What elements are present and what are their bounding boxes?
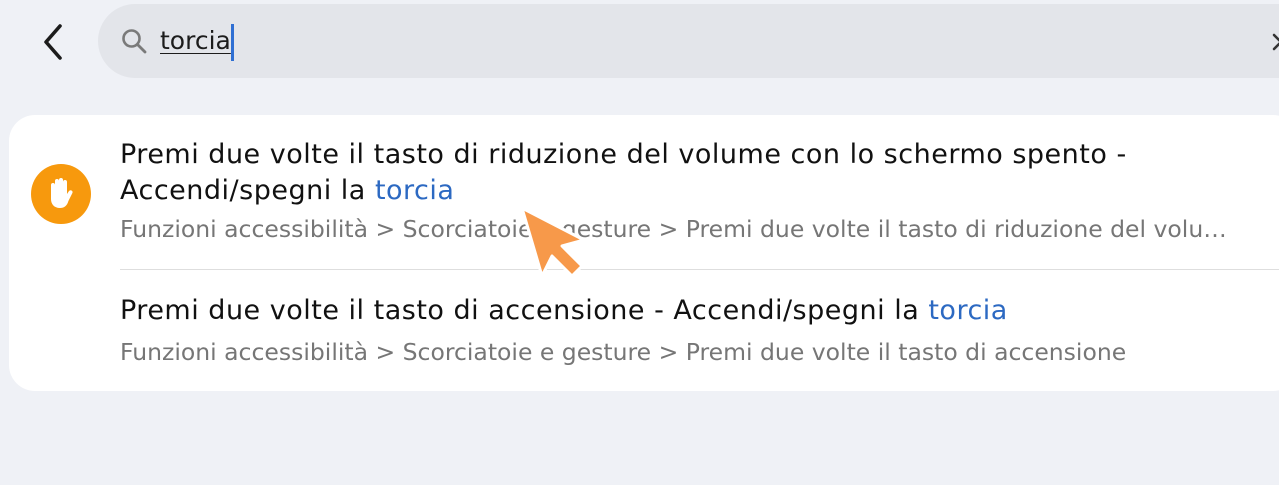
result-path: Funzioni accessibilità > Scorciatoie e g… — [120, 215, 1227, 243]
search-input[interactable]: torcia — [160, 24, 231, 58]
arrow-pointer-icon — [520, 206, 586, 278]
search-result-item[interactable]: Premi due volte il tasto di riduzione de… — [120, 137, 1248, 244]
chevron-left-icon — [44, 24, 62, 60]
text-cursor — [231, 24, 234, 61]
search-results-card: Premi due volte il tasto di riduzione de… — [9, 115, 1279, 391]
search-result-item[interactable]: Premi due volte il tasto di accensione -… — [120, 293, 1248, 367]
close-icon[interactable] — [1270, 31, 1279, 53]
highlighted-match: torcia — [374, 175, 455, 206]
back-button[interactable] — [24, 14, 80, 70]
hand-icon — [31, 164, 91, 224]
search-bar[interactable]: torcia — [98, 4, 1279, 78]
search-icon — [122, 29, 147, 54]
result-title: Premi due volte il tasto di riduzione de… — [120, 139, 1127, 206]
result-path: Funzioni accessibilità > Scorciatoie e g… — [120, 338, 1127, 366]
highlighted-match: torcia — [928, 295, 1008, 326]
result-title: Premi due volte il tasto di accensione -… — [120, 295, 1008, 326]
divider — [120, 269, 1279, 270]
